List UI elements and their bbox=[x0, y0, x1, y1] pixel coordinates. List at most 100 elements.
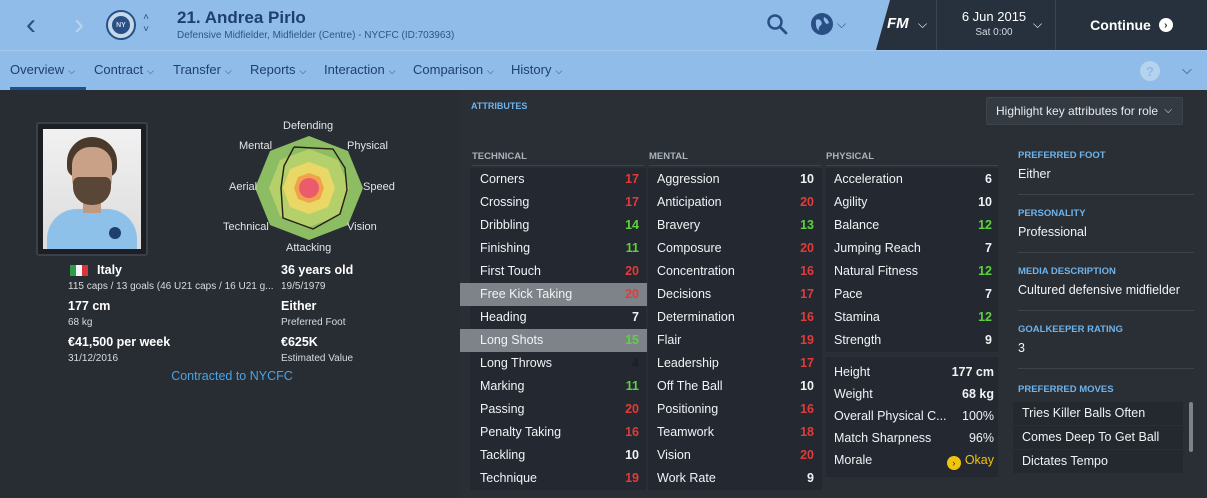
tab-contract[interactable]: Contract ⌵ bbox=[94, 51, 154, 90]
wage-value: €41,500 per week bbox=[68, 335, 171, 349]
attribute-row-leadership[interactable]: Leadership 17 bbox=[637, 352, 822, 375]
tab-bar: Overview ⌵ Contract ⌵ Transfer ⌵ Reports ⌵ I… bbox=[0, 50, 1207, 90]
game-date[interactable]: 6 Jun 2015 bbox=[950, 9, 1038, 24]
chevron-down-icon: ⌵ bbox=[68, 66, 76, 76]
fm-logo-icon[interactable]: FM bbox=[887, 15, 909, 32]
tab-history[interactable]: History ⌵ bbox=[511, 51, 562, 90]
attribute-name: Positioning bbox=[657, 402, 719, 416]
date-chevron-down-icon[interactable]: ⌵ bbox=[1033, 17, 1042, 32]
attribute-name: Teamwork bbox=[657, 425, 714, 439]
radar-label-vision: Vision bbox=[347, 221, 377, 233]
attribute-row-finishing[interactable]: Finishing 11 bbox=[460, 237, 647, 260]
attribute-row-free-kick-taking[interactable]: Free Kick Taking 20 bbox=[460, 283, 647, 306]
attribute-row-strength[interactable]: Strength 9 bbox=[814, 329, 1000, 352]
preferred-move-item[interactable]: Tries Killer Balls Often bbox=[1013, 402, 1183, 425]
attribute-name: Natural Fitness bbox=[834, 264, 919, 278]
player-header: ‹ › NY ˄ ˅ 21. Andrea Pirlo Defensive Mid… bbox=[0, 0, 1207, 50]
attribute-value: 16 bbox=[800, 402, 814, 416]
physical-info-label: Overall Physical C... bbox=[834, 409, 947, 423]
attribute-value: 18 bbox=[800, 425, 814, 439]
attribute-row-pace[interactable]: Pace 7 bbox=[814, 283, 1000, 306]
nationality[interactable]: Italy bbox=[97, 263, 122, 277]
preferred-moves-scrollbar[interactable] bbox=[1189, 402, 1193, 452]
attribute-name: Stamina bbox=[834, 310, 880, 324]
attribute-row-vision[interactable]: Vision 20 bbox=[637, 444, 822, 467]
attribute-row-corners[interactable]: Corners 17 bbox=[460, 168, 647, 191]
player-name-title: 21. Andrea Pirlo bbox=[177, 8, 306, 27]
attribute-row-dribbling[interactable]: Dribbling 14 bbox=[460, 214, 647, 237]
physical-info-label: Morale bbox=[834, 453, 873, 467]
attribute-row-heading[interactable]: Heading 7 bbox=[460, 306, 647, 329]
preferred-move-item[interactable]: Comes Deep To Get Ball bbox=[1013, 426, 1183, 449]
attribute-row-concentration[interactable]: Concentration 16 bbox=[637, 260, 822, 283]
globe-chevron-down-icon[interactable]: ⌵ bbox=[837, 17, 846, 32]
attribute-row-long-throws[interactable]: Long Throws 4 bbox=[460, 352, 647, 375]
tab-interaction[interactable]: Interaction ⌵ bbox=[324, 51, 396, 90]
search-icon[interactable] bbox=[766, 13, 788, 35]
attribute-row-off-the-ball[interactable]: Off The Ball 10 bbox=[637, 375, 822, 398]
contracted-to-link[interactable]: Contracted to NYCFC bbox=[0, 369, 460, 383]
attribute-row-marking[interactable]: Marking 11 bbox=[460, 375, 647, 398]
continue-button[interactable]: Continue › bbox=[1056, 0, 1207, 50]
tab-reports[interactable]: Reports ⌵ bbox=[250, 51, 306, 90]
radar-label-defending: Defending bbox=[283, 120, 334, 132]
attribute-row-bravery[interactable]: Bravery 13 bbox=[637, 214, 822, 237]
globe-icon[interactable] bbox=[811, 13, 833, 35]
club-crest-icon[interactable]: NY bbox=[106, 10, 136, 40]
attribute-value: 9 bbox=[985, 333, 992, 347]
forward-arrow-icon[interactable]: › bbox=[64, 0, 94, 50]
attribute-row-technique[interactable]: Technique 19 bbox=[460, 467, 647, 490]
attribute-row-penalty-taking[interactable]: Penalty Taking 16 bbox=[460, 421, 647, 444]
morale-value: › Okay bbox=[946, 449, 994, 471]
attribute-row-aggression[interactable]: Aggression 10 bbox=[637, 168, 822, 191]
attribute-row-passing[interactable]: Passing 20 bbox=[460, 398, 647, 421]
attribute-row-anticipation[interactable]: Anticipation 20 bbox=[637, 191, 822, 214]
attribute-row-positioning[interactable]: Positioning 16 bbox=[637, 398, 822, 421]
help-icon[interactable]: ? bbox=[1140, 61, 1160, 81]
back-arrow-icon[interactable]: ‹ bbox=[16, 0, 46, 50]
tabbar-chevron-down-icon[interactable]: ⌵ bbox=[1182, 62, 1192, 78]
attribute-name: Long Shots bbox=[480, 333, 544, 347]
player-positions-subtitle[interactable]: Defensive Midfielder, Midfielder (Centre… bbox=[177, 30, 454, 41]
goalkeeper-rating-header: GOALKEEPER RATING bbox=[1018, 324, 1123, 335]
attributes-title: ATTRIBUTES bbox=[471, 101, 528, 111]
attribute-name: Flair bbox=[657, 333, 682, 347]
attribute-row-decisions[interactable]: Decisions 17 bbox=[637, 283, 822, 306]
attribute-row-balance[interactable]: Balance 12 bbox=[814, 214, 1000, 237]
preferred-foot-header: PREFERRED FOOT bbox=[1018, 150, 1106, 161]
player-switch-chevrons-icon[interactable]: ˄ ˅ bbox=[140, 12, 152, 36]
tab-comparison[interactable]: Comparison ⌵ bbox=[413, 51, 494, 90]
attribute-row-teamwork[interactable]: Teamwork 18 bbox=[637, 421, 822, 444]
attribute-row-long-shots[interactable]: Long Shots 15 bbox=[460, 329, 647, 352]
attribute-row-composure[interactable]: Composure 20 bbox=[637, 237, 822, 260]
attribute-row-first-touch[interactable]: First Touch 20 bbox=[460, 260, 647, 283]
radar-label-attacking: Attacking bbox=[286, 242, 332, 254]
preferred-moves-header: PREFERRED MOVES bbox=[1018, 384, 1114, 395]
physical-info-label: Match Sharpness bbox=[834, 431, 932, 445]
attribute-row-natural-fitness[interactable]: Natural Fitness 12 bbox=[814, 260, 1000, 283]
attribute-value: 20 bbox=[800, 195, 814, 209]
divider bbox=[649, 165, 821, 166]
attribute-row-flair[interactable]: Flair 19 bbox=[637, 329, 822, 352]
attribute-name: Leadership bbox=[657, 356, 719, 370]
highlight-key-attributes-dropdown[interactable]: Highlight key attributes for role ⌵ bbox=[986, 97, 1183, 125]
fm-chevron-down-icon[interactable]: ⌵ bbox=[918, 17, 927, 32]
attribute-row-jumping-reach[interactable]: Jumping Reach 7 bbox=[814, 237, 1000, 260]
tab-transfer[interactable]: Transfer ⌵ bbox=[173, 51, 232, 90]
attribute-row-tackling[interactable]: Tackling 10 bbox=[460, 444, 647, 467]
attribute-radar: Defending Physical Speed Vision Attackin… bbox=[218, 118, 404, 258]
attribute-row-stamina[interactable]: Stamina 12 bbox=[814, 306, 1000, 329]
physical-info-weight: Weight 68 kg bbox=[826, 383, 998, 405]
attribute-row-work-rate[interactable]: Work Rate 9 bbox=[637, 467, 822, 490]
attribute-row-agility[interactable]: Agility 10 bbox=[814, 191, 1000, 214]
divider bbox=[1018, 252, 1194, 253]
attribute-value: 10 bbox=[800, 172, 814, 186]
attribute-row-acceleration[interactable]: Acceleration 6 bbox=[814, 168, 1000, 191]
chevron-down-icon: ⌵ bbox=[388, 66, 396, 76]
attribute-row-crossing[interactable]: Crossing 17 bbox=[460, 191, 647, 214]
tab-overview[interactable]: Overview ⌵ bbox=[10, 51, 86, 90]
attribute-name: Passing bbox=[480, 402, 525, 416]
preferred-move-item[interactable]: Dictates Tempo bbox=[1013, 450, 1183, 473]
attribute-row-determination[interactable]: Determination 16 bbox=[637, 306, 822, 329]
chevron-down-icon: ⌵ bbox=[1164, 105, 1172, 116]
